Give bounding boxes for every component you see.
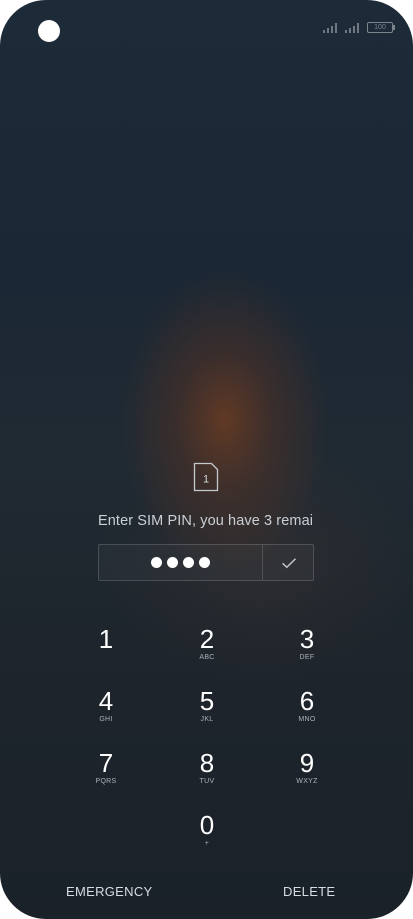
key-5[interactable]: 5 JKL — [157, 687, 257, 739]
lock-screen: 100 1 Enter SIM PIN, you have 3 remai 1 … — [0, 0, 413, 919]
sim-pin-prompt: Enter SIM PIN, you have 3 remai — [98, 513, 314, 529]
key-2[interactable]: 2 ABC — [157, 625, 257, 677]
key-letters: ABC — [199, 654, 215, 661]
pin-dot — [183, 557, 194, 568]
key-digit: 9 — [299, 748, 315, 778]
key-digit: 0 — [199, 810, 215, 840]
key-3[interactable]: 3 DEF — [257, 625, 357, 677]
key-letters: MNO — [298, 716, 316, 723]
key-letters: DEF — [299, 654, 315, 661]
status-bar: 100 — [323, 22, 395, 33]
key-digit: 2 — [199, 624, 215, 654]
delete-button[interactable]: DELETE — [283, 884, 335, 899]
signal-strength-icon — [323, 22, 339, 33]
key-6[interactable]: 6 MNO — [257, 687, 357, 739]
sim-slot-number: 1 — [203, 474, 209, 486]
key-digit: 6 — [299, 686, 315, 716]
key-8[interactable]: 8 TUV — [157, 749, 257, 801]
pin-dot — [199, 557, 210, 568]
key-digit: 7 — [98, 748, 114, 778]
key-letters: WXYZ — [296, 778, 318, 785]
key-letters: JKL — [200, 716, 214, 723]
checkmark-icon — [281, 557, 296, 568]
key-letters: TUV — [199, 778, 215, 785]
pin-input-field[interactable] — [98, 544, 314, 581]
key-7[interactable]: 7 PQRS — [56, 749, 156, 801]
battery-icon: 100 — [367, 22, 395, 33]
front-camera-cutout — [38, 20, 60, 42]
key-digit: 8 — [199, 748, 215, 778]
signal-strength-icon — [345, 22, 361, 33]
sim-card-icon: 1 — [193, 462, 219, 492]
key-letters: PQRS — [95, 778, 117, 785]
key-digit: 3 — [299, 624, 315, 654]
key-letters: GHI — [99, 716, 113, 723]
emergency-call-button[interactable]: EMERGENCY — [66, 884, 153, 899]
key-digit: 1 — [98, 624, 114, 654]
key-1[interactable]: 1 — [56, 625, 156, 677]
key-0[interactable]: 0 + — [157, 811, 257, 863]
key-4[interactable]: 4 GHI — [56, 687, 156, 739]
key-digit: 4 — [98, 686, 114, 716]
confirm-pin-button[interactable] — [263, 545, 314, 580]
pin-dot — [151, 557, 162, 568]
pin-dot — [167, 557, 178, 568]
key-letters: + — [204, 840, 210, 847]
key-9[interactable]: 9 WXYZ — [257, 749, 357, 801]
key-digit: 5 — [199, 686, 215, 716]
pin-dots — [99, 545, 262, 580]
